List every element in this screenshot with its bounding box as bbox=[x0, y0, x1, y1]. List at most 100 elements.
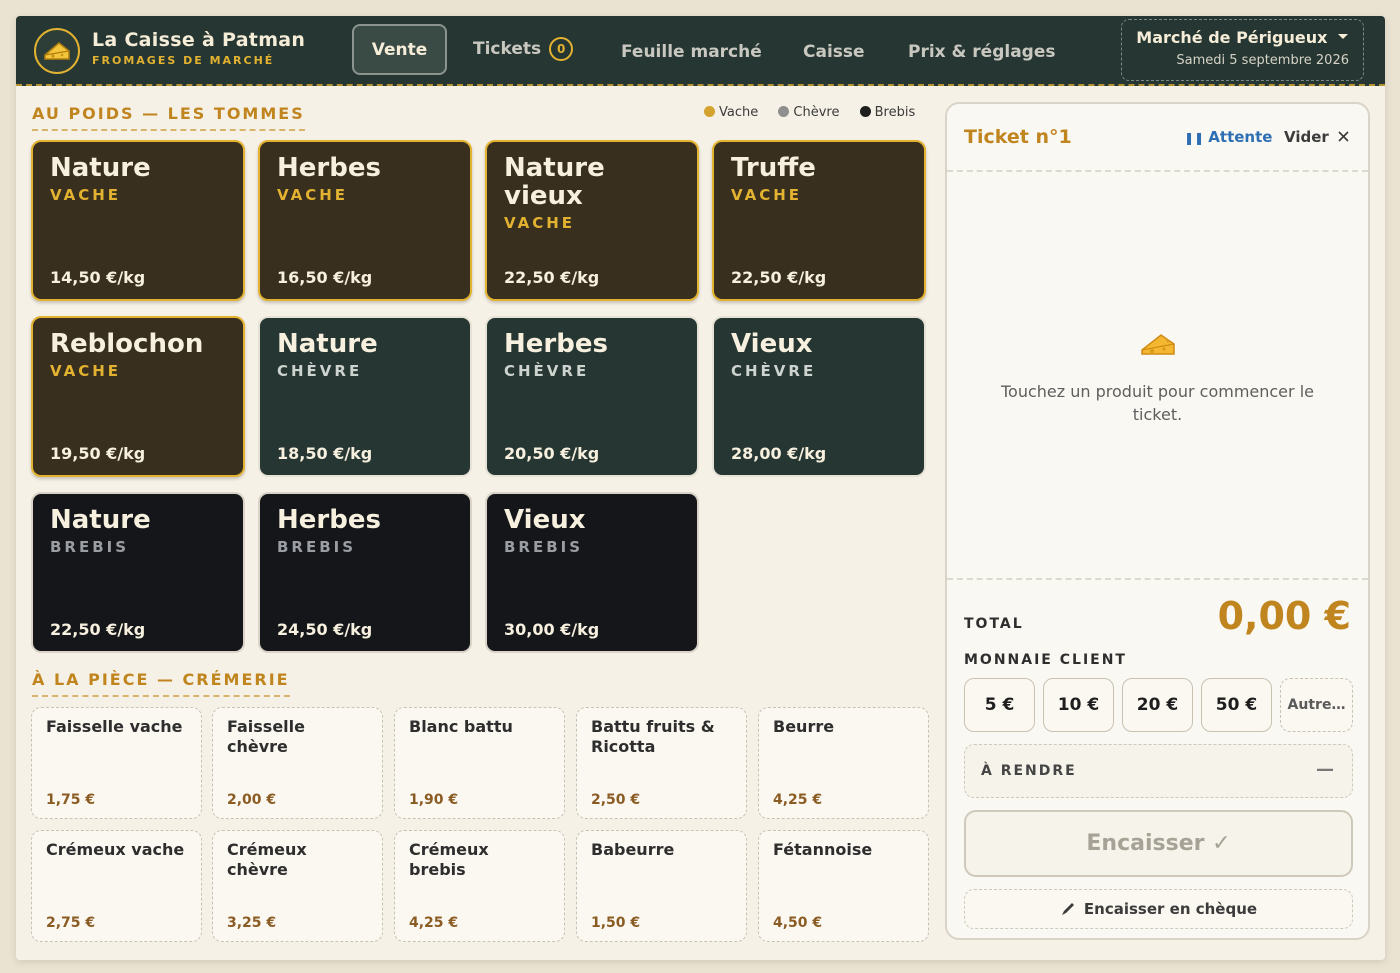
brand-subtitle: FROMAGES DE MARCHÉ bbox=[92, 54, 275, 67]
product-tile[interactable]: Herbes CHÈVRE 20,50 €/kg bbox=[485, 316, 699, 477]
change-due-box: À RENDRE — bbox=[964, 744, 1353, 798]
product-tile[interactable]: Herbes BREBIS 24,50 €/kg bbox=[258, 492, 472, 653]
vache-dot-icon bbox=[704, 106, 715, 117]
product-tile[interactable]: Truffe VACHE 22,50 €/kg bbox=[712, 140, 926, 301]
chevre-dot-icon bbox=[778, 106, 790, 117]
app-window: La Caisse à Patman FROMAGES DE MARCHÉ Ve… bbox=[16, 16, 1385, 960]
tab-feuille-marche[interactable]: Feuille marché bbox=[621, 42, 762, 62]
piece-price: 1,90 € bbox=[409, 792, 459, 808]
product-kind: VACHE bbox=[50, 186, 122, 204]
piece-price: 2,00 € bbox=[227, 792, 277, 808]
brand-name: La Caisse à Patman bbox=[92, 29, 306, 51]
piece-name: Battu fruits & Ricotta bbox=[591, 717, 715, 756]
change-due-value: — bbox=[1316, 759, 1334, 780]
product-price: 30,00 €/kg bbox=[504, 620, 600, 639]
product-name: Nature vieux bbox=[504, 153, 605, 211]
product-price: 20,50 €/kg bbox=[504, 444, 600, 463]
product-kind: VACHE bbox=[277, 186, 349, 204]
product-tile[interactable]: Nature VACHE 14,50 €/kg bbox=[31, 140, 245, 301]
product-price: 22,50 €/kg bbox=[50, 620, 146, 639]
checkout-cheque-button[interactable]: Encaisser en chèque bbox=[964, 889, 1353, 929]
piece-product[interactable]: Babeurre 1,50 € bbox=[576, 830, 747, 942]
piece-price: 4,25 € bbox=[773, 792, 823, 808]
logo bbox=[34, 28, 80, 74]
piece-product[interactable]: Crémeux chèvre 3,25 € bbox=[212, 830, 383, 942]
legend-label: Brebis bbox=[874, 105, 916, 120]
product-tile[interactable]: Vieux CHÈVRE 28,00 €/kg bbox=[712, 316, 926, 477]
piece-product[interactable]: Faisselle vache 1,75 € bbox=[31, 707, 202, 819]
piece-price: 1,50 € bbox=[591, 915, 641, 931]
pause-icon: ❚❚ bbox=[1184, 131, 1209, 145]
piece-product[interactable]: Faisselle chèvre 2,00 € bbox=[212, 707, 383, 819]
cash-50-button[interactable]: 50 € bbox=[1201, 678, 1272, 732]
product-kind: BREBIS bbox=[50, 538, 130, 556]
product-price: 18,50 €/kg bbox=[277, 444, 373, 463]
piece-section-title: À LA PIÈCE — CRÉMERIE bbox=[32, 670, 290, 697]
market-name-row: Marché de Périgueux bbox=[1122, 28, 1349, 47]
tab-vente[interactable]: Vente bbox=[352, 24, 447, 75]
piece-price: 2,50 € bbox=[591, 792, 641, 808]
product-tile[interactable]: Nature BREBIS 22,50 €/kg bbox=[31, 492, 245, 653]
product-tile[interactable]: Nature CHÈVRE 18,50 €/kg bbox=[258, 316, 472, 477]
tickets-count-badge: 0 bbox=[549, 37, 574, 61]
cheese-icon bbox=[44, 42, 70, 60]
product-kind: CHÈVRE bbox=[277, 362, 363, 380]
product-kind: CHÈVRE bbox=[504, 362, 590, 380]
cash-10-button[interactable]: 10 € bbox=[1043, 678, 1114, 732]
product-name: Nature bbox=[50, 153, 151, 183]
tab-label: Prix & réglages bbox=[908, 42, 1056, 62]
ticket-title: Ticket n°1 bbox=[964, 126, 1072, 148]
piece-name: Crémeux chèvre bbox=[227, 840, 307, 879]
checkout-button[interactable]: Encaisser ✓ bbox=[964, 810, 1353, 877]
product-tile[interactable]: Vieux BREBIS 30,00 €/kg bbox=[485, 492, 699, 653]
cheese-icon bbox=[1141, 334, 1175, 355]
piece-name: Faisselle chèvre bbox=[227, 717, 305, 756]
close-icon bbox=[1338, 131, 1349, 142]
product-name: Nature bbox=[277, 329, 378, 359]
piece-product[interactable]: Crémeux brebis 4,25 € bbox=[394, 830, 565, 942]
piece-product[interactable]: Blanc battu 1,90 € bbox=[394, 707, 565, 819]
piece-name: Beurre bbox=[773, 717, 835, 736]
product-tile[interactable]: Nature vieux VACHE 22,50 €/kg bbox=[485, 140, 699, 301]
divider bbox=[947, 170, 1368, 172]
product-tile[interactable]: Reblochon VACHE 19,50 €/kg bbox=[31, 316, 245, 477]
top-bar: La Caisse à Patman FROMAGES DE MARCHÉ Ve… bbox=[16, 16, 1385, 86]
product-name: Vieux bbox=[504, 505, 586, 535]
legend-item-vache: Vache bbox=[704, 105, 758, 120]
legend-item-brebis: Brebis bbox=[859, 105, 916, 120]
piece-product[interactable]: Beurre 4,25 € bbox=[758, 707, 929, 819]
product-name: Reblochon bbox=[50, 329, 204, 359]
piece-name: Faisselle vache bbox=[46, 717, 183, 736]
market-selector[interactable]: Marché de Périgueux Samedi 5 septembre 2… bbox=[1121, 19, 1364, 81]
weight-section-title: AU POIDS — LES TOMMES bbox=[32, 104, 305, 131]
tab-label: Tickets bbox=[473, 39, 542, 59]
cash-20-button[interactable]: 20 € bbox=[1122, 678, 1193, 732]
clear-label: Vider bbox=[1284, 128, 1329, 146]
piece-product[interactable]: Crémeux vache 2,75 € bbox=[31, 830, 202, 942]
piece-price: 2,75 € bbox=[46, 915, 96, 931]
hold-ticket-button[interactable]: ❚❚ Attente bbox=[1184, 128, 1272, 146]
legend-label: Chèvre bbox=[793, 105, 840, 120]
product-kind: VACHE bbox=[504, 214, 576, 232]
product-kind: BREBIS bbox=[277, 538, 357, 556]
clear-ticket-button[interactable]: Vider bbox=[1284, 128, 1349, 146]
cheque-label: Encaisser en chèque bbox=[1083, 900, 1258, 918]
tab-caisse[interactable]: Caisse bbox=[803, 42, 865, 62]
piece-price: 3,25 € bbox=[227, 915, 277, 931]
total-value: 0,00 € bbox=[1217, 594, 1351, 638]
product-price: 24,50 €/kg bbox=[277, 620, 373, 639]
legend-label: Vache bbox=[719, 105, 759, 120]
piece-name: Crémeux vache bbox=[46, 840, 185, 859]
piece-product[interactable]: Battu fruits & Ricotta 2,50 € bbox=[576, 707, 747, 819]
product-tile[interactable]: Herbes VACHE 16,50 €/kg bbox=[258, 140, 472, 301]
ticket-panel: Ticket n°1 ❚❚ Attente Vider Touchez un p… bbox=[945, 102, 1370, 940]
cash-other-button[interactable]: Autre… bbox=[1280, 678, 1353, 732]
tab-prix-reglages[interactable]: Prix & réglages bbox=[908, 42, 1056, 62]
tab-tickets[interactable]: Tickets 0 bbox=[473, 37, 574, 61]
piece-name: Blanc battu bbox=[409, 717, 513, 736]
cash-5-button[interactable]: 5 € bbox=[964, 678, 1035, 732]
product-name: Herbes bbox=[277, 505, 381, 535]
product-price: 22,50 €/kg bbox=[504, 268, 600, 287]
piece-product[interactable]: Fétannoise 4,50 € bbox=[758, 830, 929, 942]
hold-label: Attente bbox=[1208, 128, 1273, 146]
